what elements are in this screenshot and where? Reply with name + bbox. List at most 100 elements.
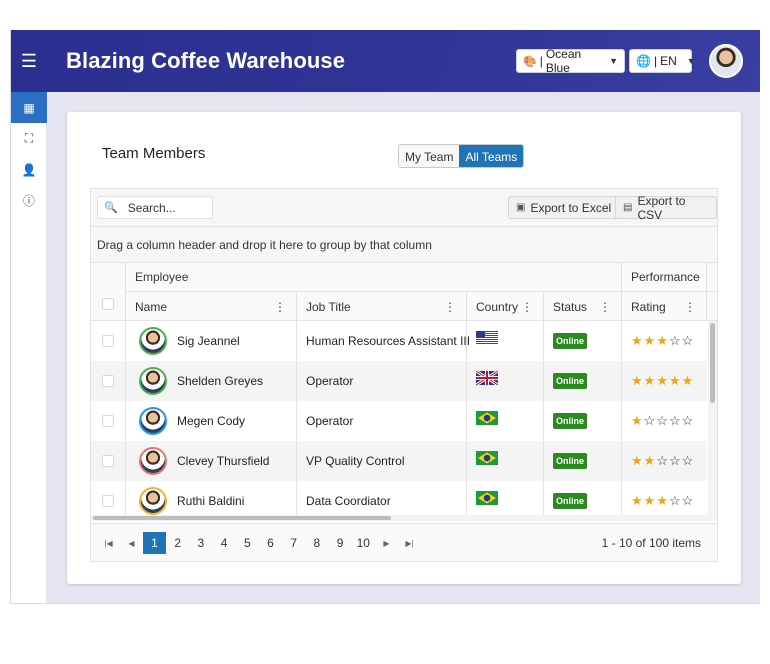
table-row[interactable]: Ruthi Baldini Data Coordiator Online ★ ★ ★ ☆☆ — [91, 481, 707, 515]
table-row[interactable]: Shelden Greyes Operator Online ★ ★ ★ ★ ★ — [91, 361, 707, 401]
employee-avatar — [139, 487, 167, 515]
page-button[interactable]: 8 — [305, 532, 328, 554]
horizontal-scrollbar[interactable] — [91, 515, 717, 521]
page-button[interactable]: 7 — [282, 532, 305, 554]
column-divider — [296, 321, 297, 515]
page-button[interactable]: 10 — [352, 532, 375, 554]
page-button[interactable]: 3 — [189, 532, 212, 554]
employee-name: Ruthi Baldini — [177, 494, 245, 508]
employee-name: Clevey Thursfield — [177, 454, 270, 468]
status-badge: Online — [553, 333, 588, 349]
table-row[interactable]: Sig Jeannel Human Resources Assistant III… — [91, 321, 707, 361]
sidebar: ▦ ⛶ 👤 ⓘ — [11, 92, 47, 603]
column-label: Country — [476, 299, 519, 314]
tab-all-teams[interactable]: All Teams — [459, 145, 524, 167]
employee-name: Shelden Greyes — [177, 374, 264, 388]
column-header-status[interactable]: Status ⋮ — [543, 292, 621, 321]
vertical-scrollbar[interactable] — [708, 321, 717, 515]
export-excel-button[interactable]: ▣ Export to Excel — [508, 196, 620, 219]
column-menu-icon[interactable]: ⋮ — [274, 300, 286, 314]
employee-avatar — [139, 327, 167, 355]
job-title: Data Coordiator — [306, 494, 391, 508]
rating-stars: ★ ★ ☆☆☆ — [631, 453, 695, 468]
status-badge: Online — [553, 493, 588, 509]
language-dropdown[interactable]: 🌐 | EN ▼ — [629, 49, 696, 73]
employee-avatar — [139, 407, 167, 435]
column-header-job-title[interactable]: Job Title ⋮ — [296, 292, 466, 321]
job-title: Operator — [306, 414, 354, 428]
app-title: Blazing Coffee Warehouse — [66, 48, 346, 73]
country-flag-icon — [476, 478, 498, 515]
country-flag-icon — [476, 438, 498, 478]
column-header-rating[interactable]: Rating ⋮ — [621, 292, 706, 321]
export-csv-button[interactable]: ▤ Export to CSV — [615, 194, 717, 222]
employee-name: Megen Cody — [177, 414, 246, 428]
lang-separator: | — [653, 54, 658, 68]
column-menu-icon[interactable]: ⋮ — [444, 300, 456, 314]
search-box[interactable]: 🔍 Search... — [97, 196, 213, 219]
group-header-employee[interactable]: Employee — [125, 263, 198, 291]
prev-page-icon[interactable]: ◀ — [120, 532, 143, 554]
hamburger-menu-icon[interactable]: ☰ — [11, 30, 47, 92]
column-divider — [125, 321, 126, 515]
column-divider — [621, 321, 622, 515]
column-menu-icon[interactable]: ⋮ — [521, 300, 533, 314]
column-label: Name — [135, 299, 168, 314]
column-header-country[interactable]: Country ⋮ — [466, 292, 543, 321]
column-menu-icon[interactable]: ⋮ — [684, 300, 696, 314]
team-grid: 🔍 Search... ▣ Export to Excel ▤ Export t… — [90, 188, 718, 562]
group-panel[interactable]: Drag a column header and drop it here to… — [91, 227, 717, 263]
employee-avatar — [139, 367, 167, 395]
user-avatar[interactable] — [709, 44, 743, 78]
column-header-name[interactable]: Name ⋮ — [125, 292, 296, 321]
chart-icon[interactable]: ⛶ — [11, 123, 47, 154]
row-checkbox[interactable] — [102, 375, 114, 387]
group-header-performance[interactable]: Performance — [621, 263, 710, 291]
country-flag-icon — [476, 358, 498, 398]
status-badge: Online — [553, 413, 588, 429]
row-checkbox[interactable] — [102, 455, 114, 467]
theme-dropdown[interactable]: 🎨 | Ocean Blue ▼ — [516, 47, 625, 75]
page-button[interactable]: 1 — [143, 532, 166, 554]
page-button[interactable]: 2 — [166, 532, 189, 554]
csv-file-icon: ▤ — [623, 202, 633, 213]
job-title: Operator — [306, 374, 354, 388]
user-icon[interactable]: 👤 — [11, 154, 47, 185]
rating-stars: ★ ★ ★ ★ ★ — [631, 373, 695, 388]
page-button[interactable]: 5 — [236, 532, 259, 554]
grid-header: Employee Performance Name ⋮ Job Title ⋮ … — [91, 263, 717, 321]
table-row[interactable]: Clevey Thursfield VP Quality Control Onlin… — [91, 441, 707, 481]
tab-my-team[interactable]: My Team — [399, 145, 460, 167]
export-excel-label: Export to Excel — [530, 200, 612, 215]
info-icon[interactable]: ⓘ — [11, 185, 47, 216]
search-icon: 🔍 — [104, 202, 118, 214]
country-flag-icon — [476, 398, 498, 438]
grid-icon[interactable]: ▦ — [11, 92, 47, 123]
rating-stars: ★ ★ ★ ☆☆ — [631, 493, 695, 508]
first-page-icon[interactable]: |◀ — [97, 532, 120, 554]
chevron-down-icon: ▼ — [686, 56, 696, 66]
scrollbar-thumb[interactable] — [93, 516, 391, 520]
row-checkbox[interactable] — [102, 495, 114, 507]
rating-stars: ★ ★ ★ ☆☆ — [631, 333, 695, 348]
scrollbar-thumb[interactable] — [710, 323, 715, 403]
country-flag-icon — [476, 321, 498, 358]
select-all-checkbox[interactable] — [102, 298, 114, 310]
next-page-icon[interactable]: ▶ — [375, 532, 398, 554]
row-checkbox[interactable] — [102, 415, 114, 427]
page-button[interactable]: 9 — [329, 532, 352, 554]
top-bar: ☰ Blazing Coffee Warehouse 🎨 | Ocean Blu… — [11, 30, 760, 92]
excel-file-icon: ▣ — [516, 202, 526, 213]
search-input[interactable]: Search... — [128, 201, 176, 215]
table-row[interactable]: Megen Cody Operator Online ★ ☆☆☆☆ — [91, 401, 707, 441]
palette-icon: 🎨 — [523, 55, 537, 68]
page-button[interactable]: 6 — [259, 532, 282, 554]
page-button[interactable]: 4 — [213, 532, 236, 554]
chevron-down-icon: ▼ — [609, 56, 618, 66]
column-divider — [466, 321, 467, 515]
column-menu-icon[interactable]: ⋮ — [599, 300, 611, 314]
row-checkbox[interactable] — [102, 335, 114, 347]
employee-name: Sig Jeannel — [177, 334, 240, 348]
last-page-icon[interactable]: ▶| — [398, 532, 421, 554]
column-label: Job Title — [306, 299, 351, 314]
